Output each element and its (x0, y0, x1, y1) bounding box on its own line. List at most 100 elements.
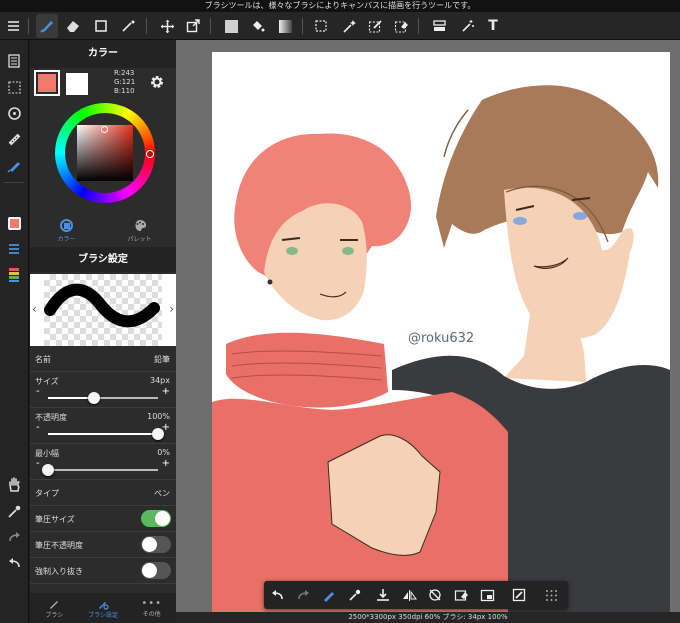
size-minus-button[interactable]: - (36, 386, 40, 397)
taper-label: 強制入り抜き (35, 567, 83, 576)
prev-brush-arrow-icon[interactable]: ‹ (32, 302, 37, 316)
edit-icon[interactable] (508, 584, 530, 606)
rgb-red-value: R:243 (114, 69, 135, 77)
pressure-opacity-toggle-knob (142, 537, 157, 552)
selection-icon[interactable] (3, 76, 25, 98)
top-toolbar: T (0, 12, 680, 40)
ruler-icon[interactable] (3, 128, 25, 150)
color-panel-title: カラー (30, 40, 176, 68)
pressure-size-toggle[interactable] (141, 510, 171, 527)
select-pen-icon[interactable] (364, 14, 386, 38)
gear-icon[interactable] (148, 73, 166, 95)
pressure-opacity-row: 筆圧不透明度 (30, 532, 176, 558)
taper-toggle[interactable] (141, 562, 171, 579)
min-width-row: 最小幅 0% - + (30, 444, 176, 480)
size-slider-knob[interactable] (88, 392, 101, 404)
brush-name-row[interactable]: 名前 鉛筆 (30, 350, 176, 372)
tool-tip-bar: ブラシツールは、様々なブラシによりキャンバスに描画を行うツールです。 (0, 0, 680, 12)
tab-brush-settings[interactable]: ブラシ設定 (79, 593, 128, 623)
magic-wand-icon[interactable] (338, 14, 360, 38)
hue-marker[interactable] (146, 150, 154, 158)
tab-brush-settings-label: ブラシ設定 (88, 611, 118, 619)
pressure-size-toggle-knob (155, 511, 170, 526)
redo-icon[interactable] (3, 526, 25, 548)
opacity-slider[interactable] (48, 428, 164, 440)
gradient-icon[interactable] (274, 14, 296, 38)
drawing-canvas[interactable]: @roku632 (212, 52, 670, 623)
hand-icon[interactable] (3, 474, 25, 496)
brush-name-value: 鉛筆 (154, 355, 170, 364)
sub-color-swatch[interactable] (66, 73, 88, 95)
fit-screen-icon[interactable] (476, 584, 498, 606)
select-rect-icon[interactable] (310, 14, 332, 38)
min-width-slider[interactable] (42, 464, 158, 476)
grid-dots-icon[interactable] (540, 584, 562, 606)
min-width-minus-button[interactable]: - (36, 458, 40, 469)
min-width-value: 0% (157, 448, 170, 457)
rotate-icon[interactable] (3, 102, 25, 124)
size-value: 34px (150, 376, 170, 385)
next-brush-arrow-icon[interactable]: › (169, 302, 174, 316)
bucket-icon[interactable] (246, 14, 268, 38)
pressure-size-label: 筆圧サイズ (35, 515, 75, 524)
saturation-value-square[interactable] (77, 125, 133, 181)
undo-icon[interactable] (3, 552, 25, 574)
color-wheel[interactable] (55, 103, 155, 203)
size-slider[interactable] (48, 392, 158, 404)
min-width-slider-knob[interactable] (42, 464, 54, 476)
size-plus-button[interactable]: + (162, 386, 170, 397)
tab-palette[interactable]: パレット (103, 216, 176, 246)
artist-signature: @roku632 (408, 331, 474, 346)
hamburger-menu-icon[interactable] (2, 14, 24, 38)
eyedropper-icon[interactable] (3, 500, 25, 522)
side-panel: カラー R:243 G:121 B:110 カラー パレット ブラシ設定 ‹ ›… (30, 40, 176, 623)
clear-icon[interactable] (450, 584, 472, 606)
more-dots-icon: ••• (141, 598, 163, 609)
pen-stabilizer-icon[interactable] (3, 154, 25, 176)
move-icon[interactable] (156, 14, 178, 38)
pressure-opacity-toggle[interactable] (141, 536, 171, 553)
fill-color-icon[interactable] (220, 14, 242, 38)
brush-list-icon[interactable] (3, 238, 25, 260)
save-icon[interactable] (372, 584, 394, 606)
opacity-plus-button[interactable]: + (162, 422, 170, 433)
flip-horizontal-icon[interactable] (398, 584, 420, 606)
layer-icon[interactable] (428, 14, 450, 38)
min-width-plus-button[interactable]: + (162, 458, 170, 469)
color-panel-icon[interactable] (3, 212, 25, 234)
rotate-reset-icon[interactable] (424, 584, 446, 606)
brush-stabilizer-icon[interactable] (318, 584, 340, 606)
sv-marker[interactable] (101, 126, 108, 133)
redo-icon[interactable] (292, 584, 314, 606)
eyedropper-icon[interactable] (344, 584, 366, 606)
rgb-blue-value: B:110 (114, 87, 135, 95)
layers-icon[interactable] (3, 50, 25, 72)
select-eraser-icon[interactable] (390, 14, 412, 38)
undo-icon[interactable] (266, 584, 288, 606)
status-bar: 2500*3300px 350dpi 60% ブラシ: 34px 100% (176, 612, 680, 623)
palette-strip-icon[interactable] (3, 264, 25, 286)
illustration: @roku632 (212, 85, 670, 623)
tab-other-label: その他 (142, 611, 161, 618)
tab-color[interactable]: カラー (30, 216, 103, 246)
magic-wand-stroke-icon[interactable] (118, 14, 140, 38)
transform-icon[interactable] (182, 14, 204, 38)
eraser-icon[interactable] (62, 14, 84, 38)
pressure-opacity-label: 筆圧不透明度 (35, 541, 83, 550)
tab-color-label: カラー (57, 236, 76, 243)
color-tab-icon (60, 219, 73, 232)
brush-icon[interactable] (36, 14, 58, 38)
opacity-row: 不透明度 100% - + (30, 408, 176, 444)
text-icon[interactable]: T (482, 14, 504, 38)
opacity-minus-button[interactable]: - (36, 422, 40, 433)
filter-icon[interactable] (456, 14, 478, 38)
tab-brush[interactable]: ブラシ (30, 593, 79, 623)
canvas-area[interactable]: @roku632 (176, 40, 680, 623)
tab-other[interactable]: ••• その他 (127, 593, 176, 623)
opacity-value: 100% (147, 412, 170, 421)
main-color-swatch[interactable] (34, 70, 60, 96)
brush-preview: ‹ › (30, 274, 176, 346)
brush-type-row[interactable]: タイプ ペン (30, 480, 176, 506)
rectangle-icon[interactable] (90, 14, 112, 38)
tab-brush-label: ブラシ (45, 611, 64, 619)
